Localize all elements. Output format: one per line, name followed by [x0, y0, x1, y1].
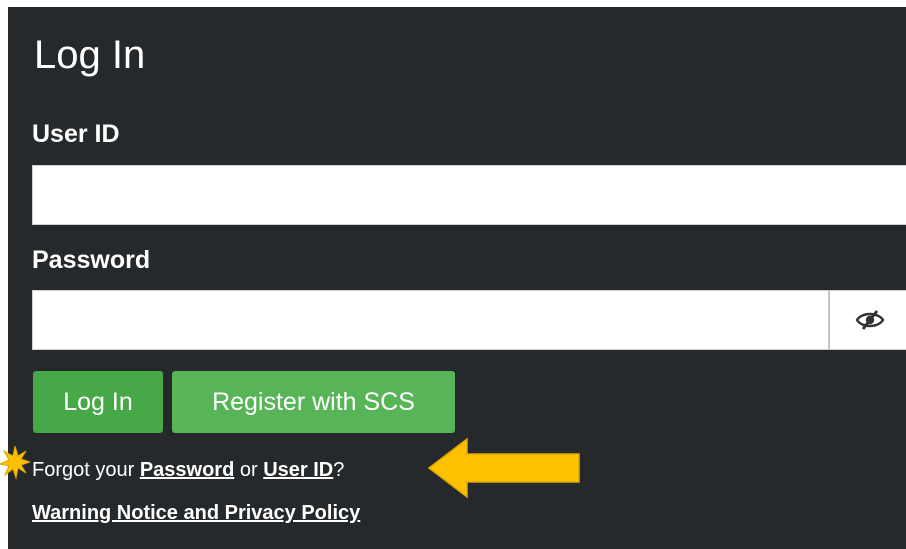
warning-notice-link[interactable]: Warning Notice and Privacy Policy — [32, 499, 360, 527]
left-arrow-icon — [427, 437, 580, 499]
forgot-userid-link[interactable]: User ID — [263, 459, 333, 481]
password-input[interactable] — [32, 290, 829, 350]
forgot-suffix: ? — [333, 459, 345, 481]
page-title: Log In — [34, 33, 146, 77]
userid-label: User ID — [32, 120, 120, 148]
password-label: Password — [32, 246, 151, 274]
star-burst-icon — [0, 445, 30, 480]
eye-slash-icon — [855, 310, 884, 330]
userid-input[interactable] — [32, 165, 906, 225]
forgot-credentials-text: Forgot your Password or User ID? — [32, 456, 344, 484]
login-button[interactable]: Log In — [33, 371, 163, 433]
forgot-password-link[interactable]: Password — [140, 459, 234, 481]
forgot-prefix: Forgot your — [32, 459, 140, 481]
register-button[interactable]: Register with SCS — [172, 371, 455, 433]
forgot-or: or — [234, 459, 264, 481]
password-visibility-toggle[interactable] — [829, 290, 906, 350]
login-panel: Log In User ID Password Log In Register … — [8, 7, 906, 549]
